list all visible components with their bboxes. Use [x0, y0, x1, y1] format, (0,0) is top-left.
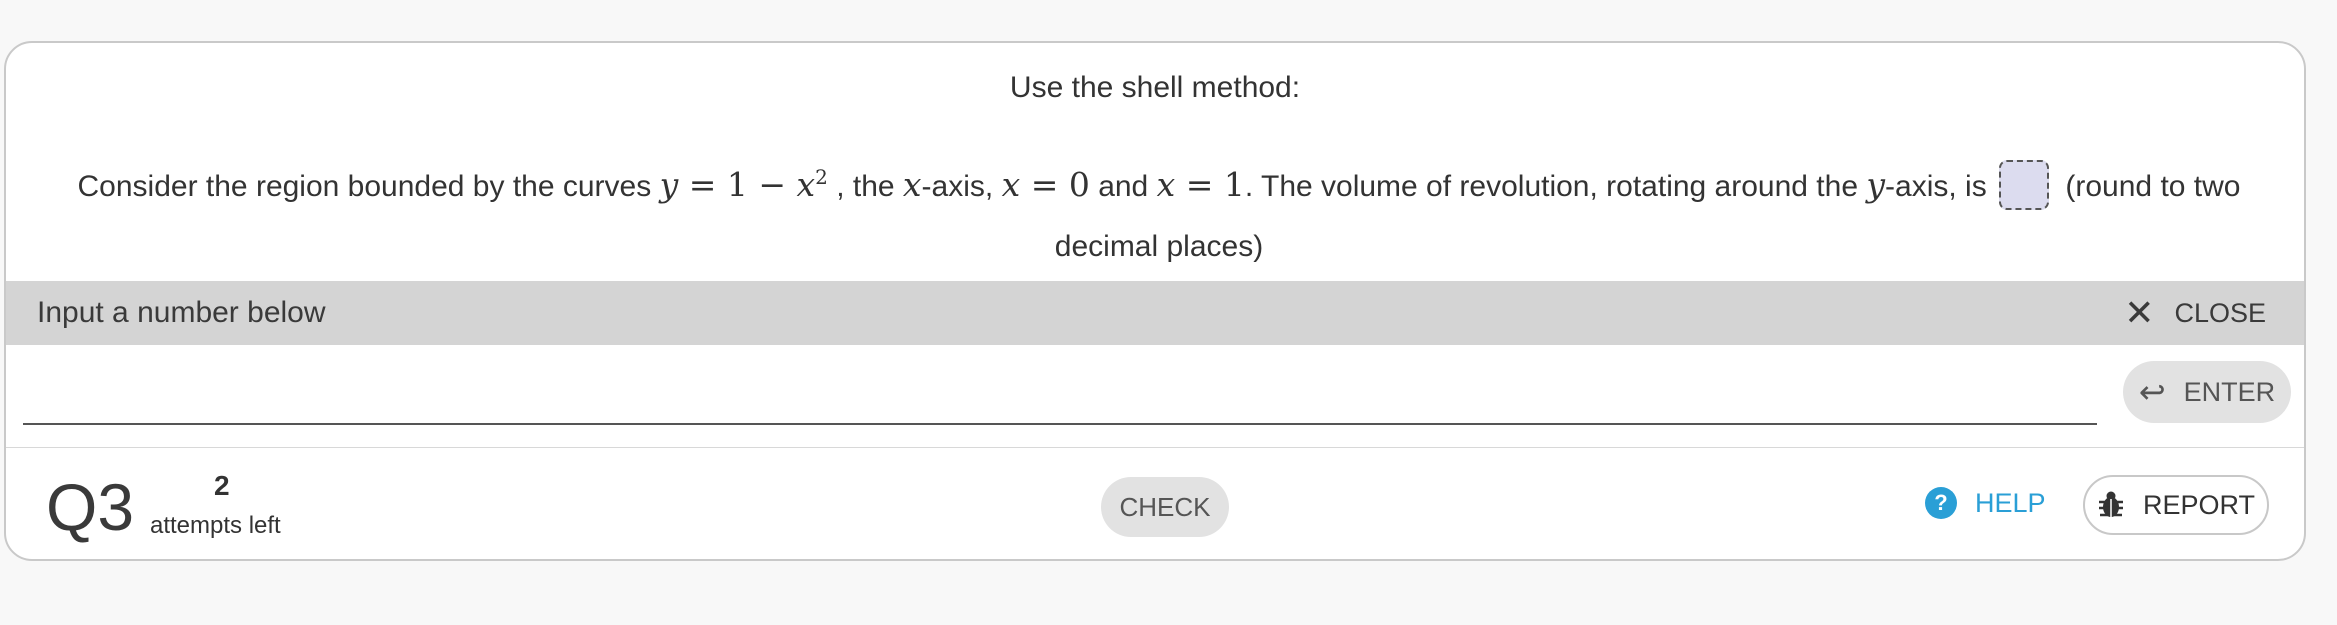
answer-input[interactable]: [23, 365, 2097, 425]
math-x1: x = 1: [1156, 165, 1245, 204]
close-icon: ✕: [2124, 292, 2155, 333]
question-text-part: -axis, is: [1885, 170, 1987, 203]
question-number: Q3: [46, 470, 135, 544]
question-text-part: . The volume of revolution, rotating aro…: [1244, 170, 1859, 203]
math-x0: x = 0: [1001, 165, 1090, 204]
enter-label: ENTER: [2183, 376, 2276, 407]
divider: [6, 447, 2304, 448]
check-button[interactable]: CHECK: [1101, 477, 1229, 537]
question-intro: Use the shell method:: [1009, 71, 1301, 104]
enter-button[interactable]: ↩ ENTER: [2123, 361, 2291, 423]
enter-arrow-icon: ↩: [2138, 374, 2166, 410]
question-text-part: Consider the region bounded by the curve…: [77, 170, 652, 203]
report-label: REPORT: [2142, 489, 2256, 520]
close-label: CLOSE: [2174, 297, 2266, 328]
help-icon: ?: [1925, 487, 1957, 519]
question-text-part: and: [1098, 170, 1149, 203]
input-panel-label: Input a number below: [37, 296, 326, 329]
bug-icon: [2098, 491, 2123, 517]
attempts-label: attempts left: [150, 512, 281, 539]
close-button[interactable]: ✕ CLOSE: [2124, 293, 2266, 333]
report-button[interactable]: REPORT: [2083, 475, 2269, 535]
math-y: y: [1866, 165, 1886, 204]
answer-blank[interactable]: [1999, 160, 2050, 210]
input-panel-header: Input a number below ✕ CLOSE: [6, 281, 2304, 345]
question-text-part: , the: [836, 170, 895, 203]
question-text-part: -axis,: [921, 170, 994, 203]
help-button[interactable]: ? HELP: [1925, 487, 2046, 519]
attempts-count: 2: [214, 470, 230, 501]
question-card: Use the shell method: Consider the regio…: [4, 41, 2306, 561]
math-x: x: [902, 165, 922, 204]
question-text: Consider the region bounded by the curve…: [44, 147, 2274, 277]
math-curve: y = 1 − x2: [659, 165, 828, 204]
help-label: HELP: [1975, 487, 2046, 518]
